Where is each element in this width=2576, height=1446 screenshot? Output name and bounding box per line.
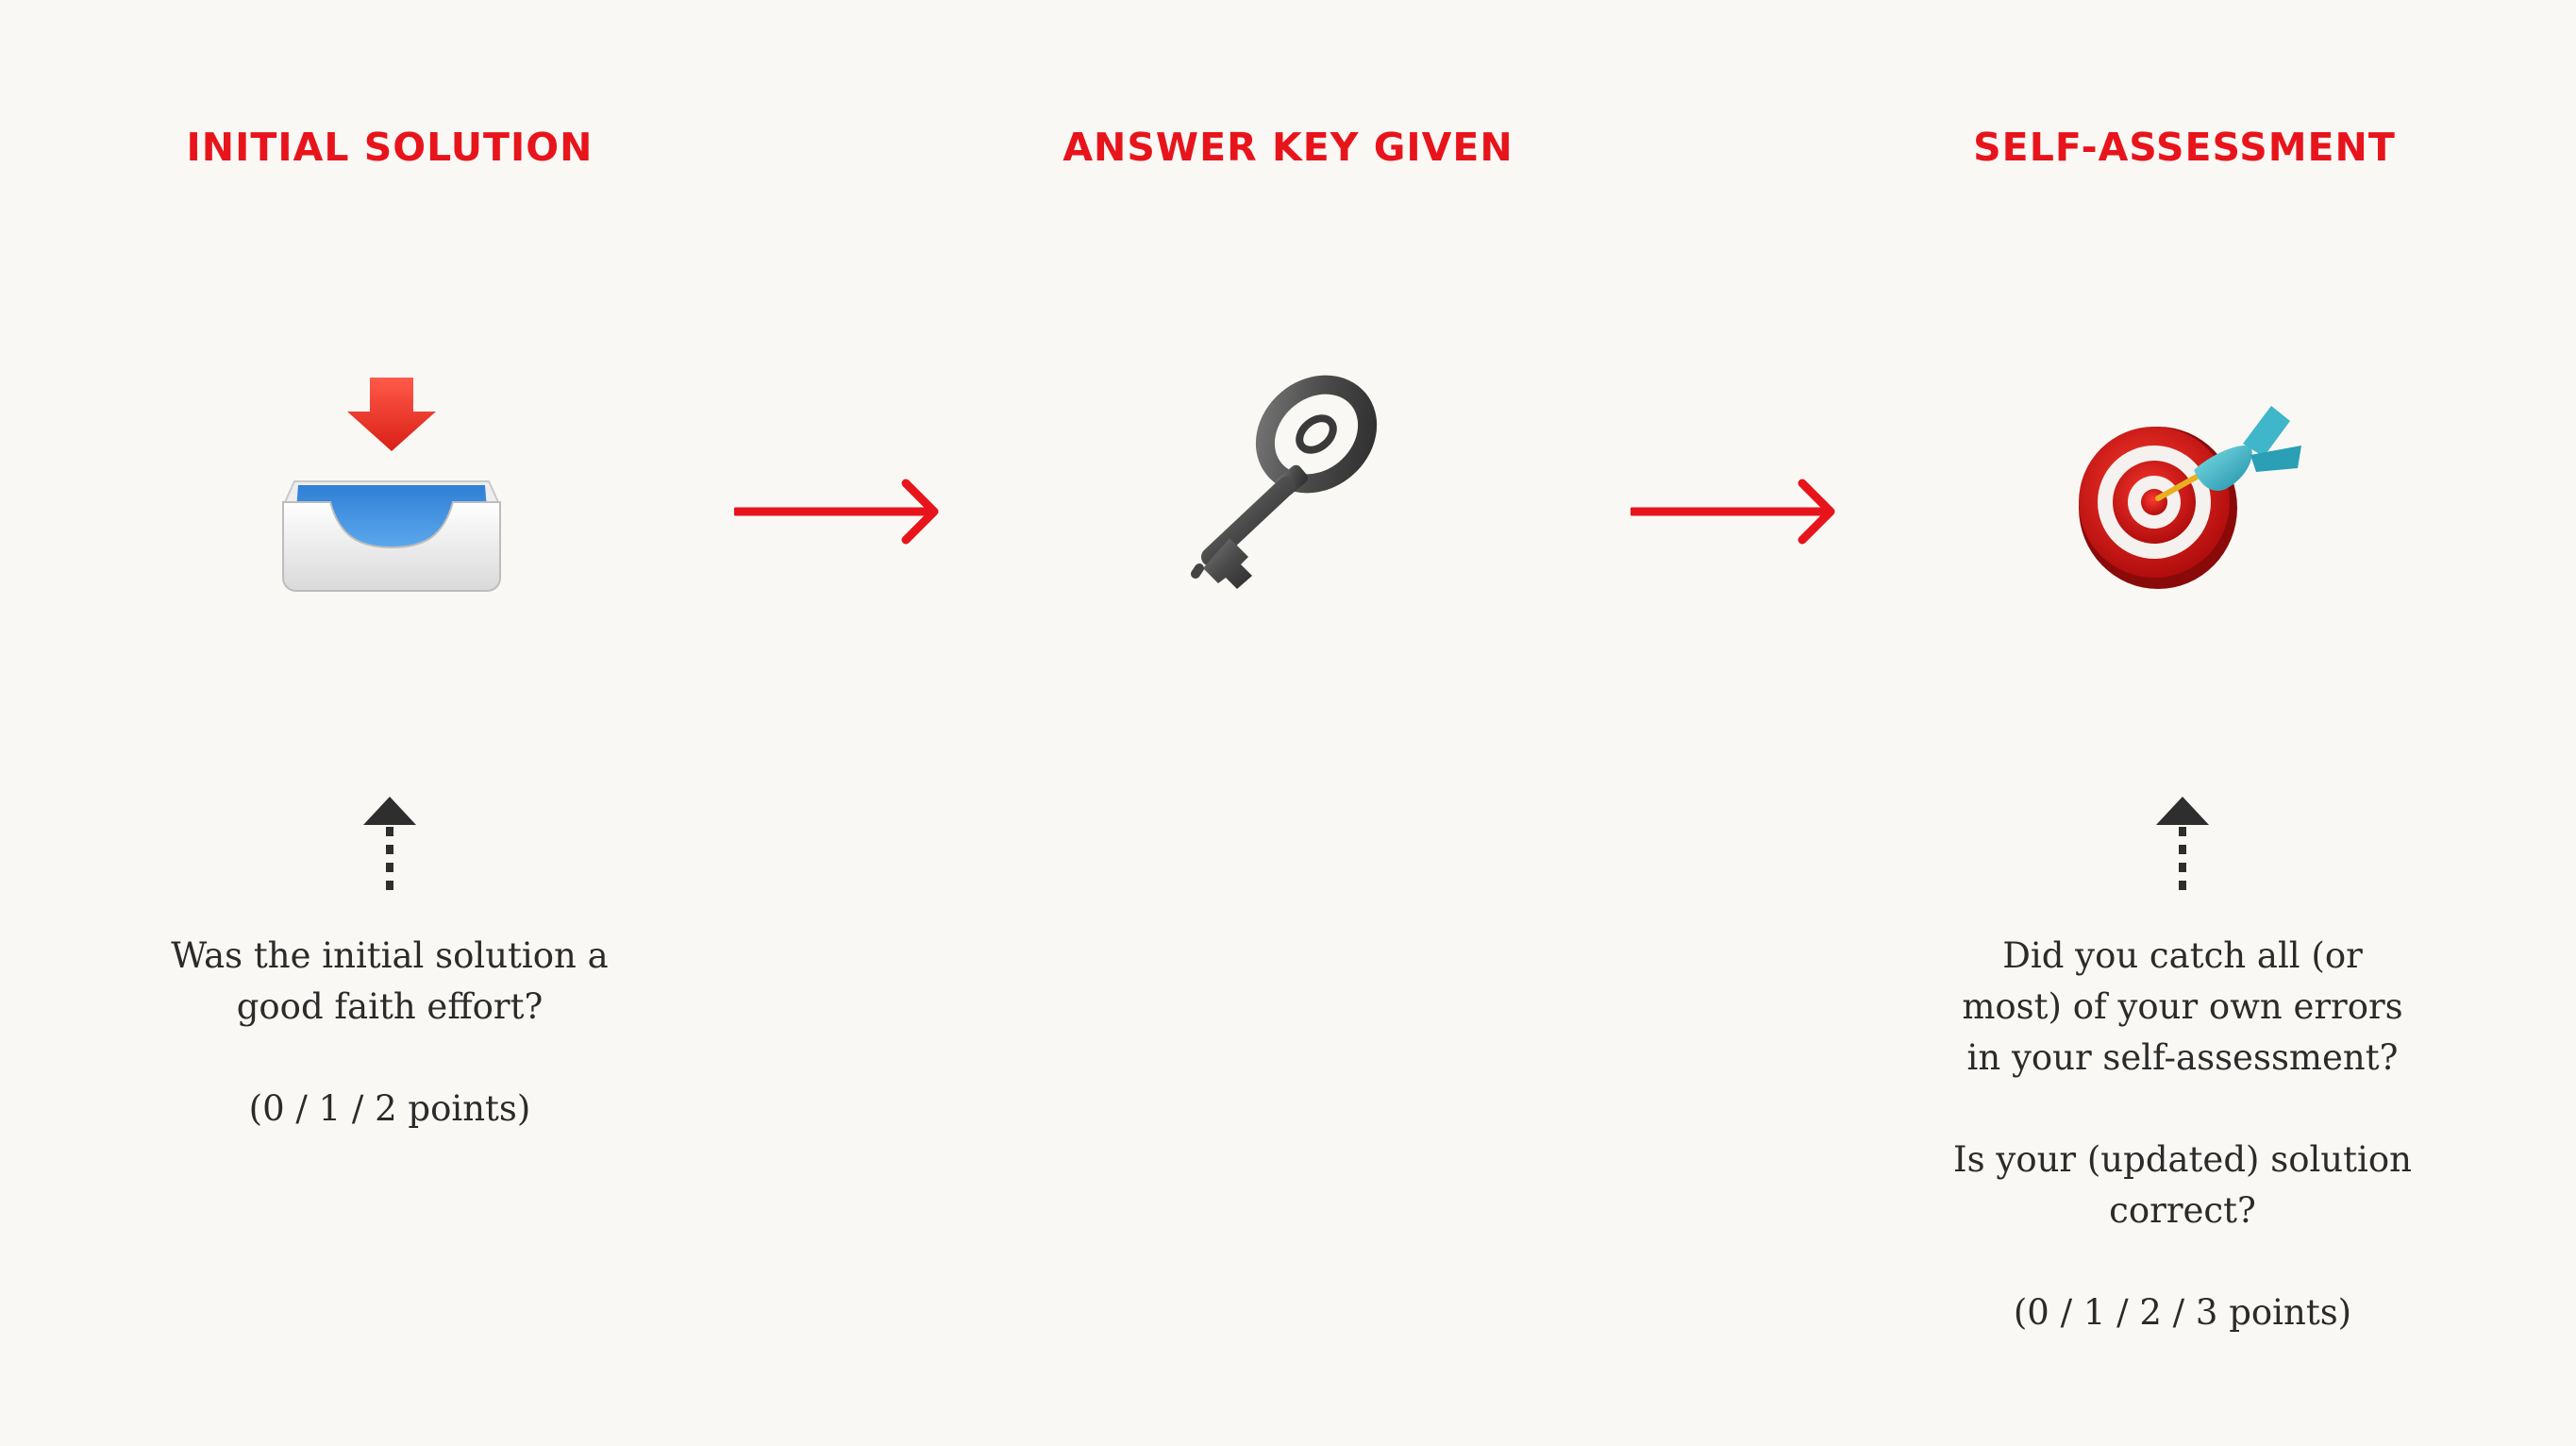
inbox-tray-icon: [282, 378, 501, 592]
points-scale: (0 / 1 / 2 / 3 points): [2013, 1292, 2352, 1333]
caption-line: good faith effort?: [236, 986, 544, 1027]
flow-arrow-2: [1631, 479, 1835, 545]
dotted-up-arrow-left: [363, 797, 416, 897]
caption-line: most) of your own errors: [1962, 986, 2403, 1027]
caption-self-assessment: Did you catch all (or most) of your own …: [1918, 931, 2447, 1338]
heading-initial-solution: INITIAL SOLUTION: [186, 125, 594, 170]
bullseye-dart-icon: [2079, 406, 2301, 589]
caption-initial-solution: Was the initial solution a good faith ef…: [125, 931, 654, 1135]
caption-line: in your self-assessment?: [1966, 1037, 2399, 1078]
old-key-icon: [1191, 375, 1378, 589]
diagram-canvas: INITIAL SOLUTION ANSWER KEY GIVEN SELF-A…: [0, 0, 2576, 1446]
caption-line: Is your (updated) solution: [1953, 1139, 2412, 1180]
heading-answer-key-given: ANSWER KEY GIVEN: [1062, 125, 1514, 170]
points-scale: (0 / 1 / 2 points): [248, 1088, 531, 1129]
dotted-up-arrow-right: [2156, 797, 2209, 897]
caption-line: Did you catch all (or: [2002, 935, 2363, 976]
caption-line: correct?: [2109, 1190, 2256, 1231]
heading-self-assessment: SELF-ASSESSMENT: [1973, 125, 2396, 170]
caption-line: Was the initial solution a: [171, 935, 609, 976]
flow-arrow-1: [734, 479, 939, 545]
